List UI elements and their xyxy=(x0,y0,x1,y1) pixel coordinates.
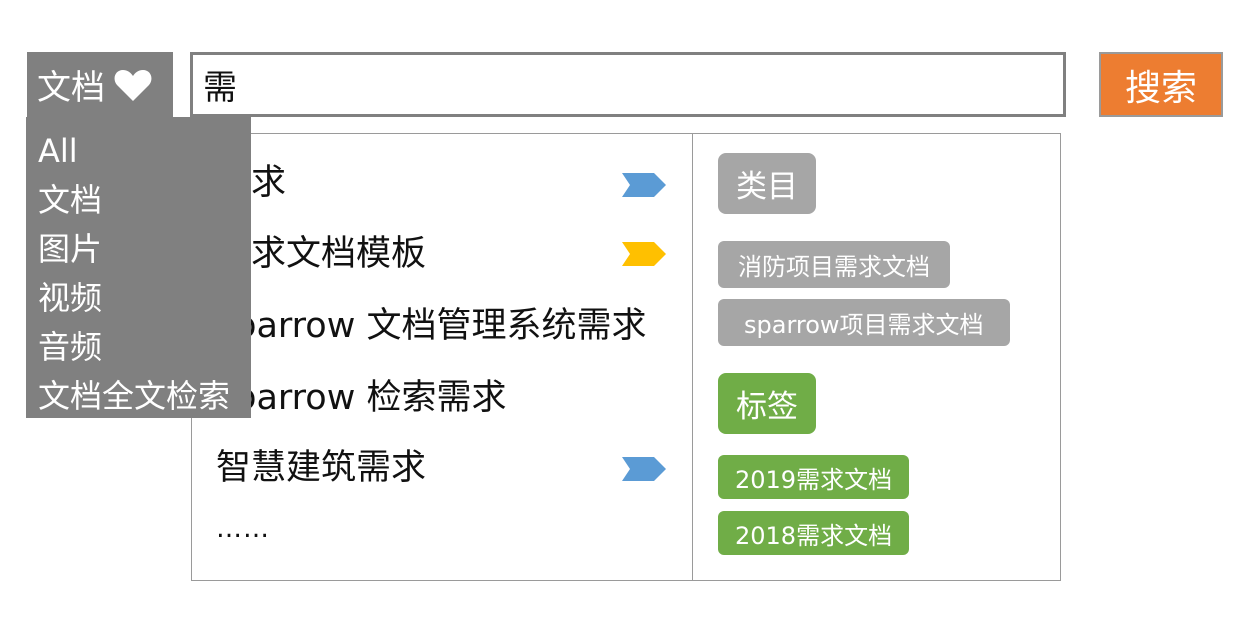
suggestion-item[interactable]: sparrow 检索需求 xyxy=(216,378,506,418)
search-input[interactable] xyxy=(190,52,1066,117)
blue-chevron-tag-icon xyxy=(622,457,666,481)
suggestion-panel: 需求 需求文档模板 sparrow 文档管理系统需求 sparrow 检索需求 … xyxy=(191,133,1061,581)
tag-group-label: 标签 xyxy=(718,373,816,434)
suggestion-text: 智慧建筑需求 xyxy=(216,448,427,488)
suggestion-item[interactable]: sparrow 文档管理系统需求 xyxy=(216,306,646,346)
tag-chip[interactable]: 2018需求文档 xyxy=(718,511,910,555)
suggestion-text: sparrow 文档管理系统需求 xyxy=(216,306,647,346)
scope-dropdown-menu: All 文档 图片 视频 音频 文档全文检索 xyxy=(26,117,251,418)
search-button[interactable]: 搜索 xyxy=(1099,52,1223,117)
scope-option-images[interactable]: 图片 xyxy=(38,225,251,274)
scope-select-button[interactable]: 文档 xyxy=(27,52,173,117)
scope-option-audio[interactable]: 音频 xyxy=(38,323,251,372)
category-chip[interactable]: sparrow项目需求文档 xyxy=(718,299,1010,346)
scope-option-videos[interactable]: 视频 xyxy=(38,274,251,323)
suggestion-text: sparrow 检索需求 xyxy=(216,378,507,418)
scope-option-documents[interactable]: 文档 xyxy=(38,176,251,225)
panel-divider xyxy=(692,134,693,580)
heart-dropdown-icon xyxy=(113,67,153,103)
scope-option-all[interactable]: All xyxy=(38,127,251,176)
suggestion-item[interactable]: 智慧建筑需求 xyxy=(216,448,426,488)
yellow-chevron-tag-icon xyxy=(622,242,666,266)
scope-option-fulltext[interactable]: 文档全文检索 xyxy=(38,372,251,421)
tag-chip[interactable]: 2019需求文档 xyxy=(718,455,910,499)
category-chip[interactable]: 消防项目需求文档 xyxy=(718,241,950,288)
scope-selected-label: 文档 xyxy=(37,68,105,108)
category-group-label: 类目 xyxy=(718,153,816,214)
blue-chevron-tag-icon xyxy=(622,173,666,197)
more-ellipsis[interactable]: …… xyxy=(216,514,270,544)
